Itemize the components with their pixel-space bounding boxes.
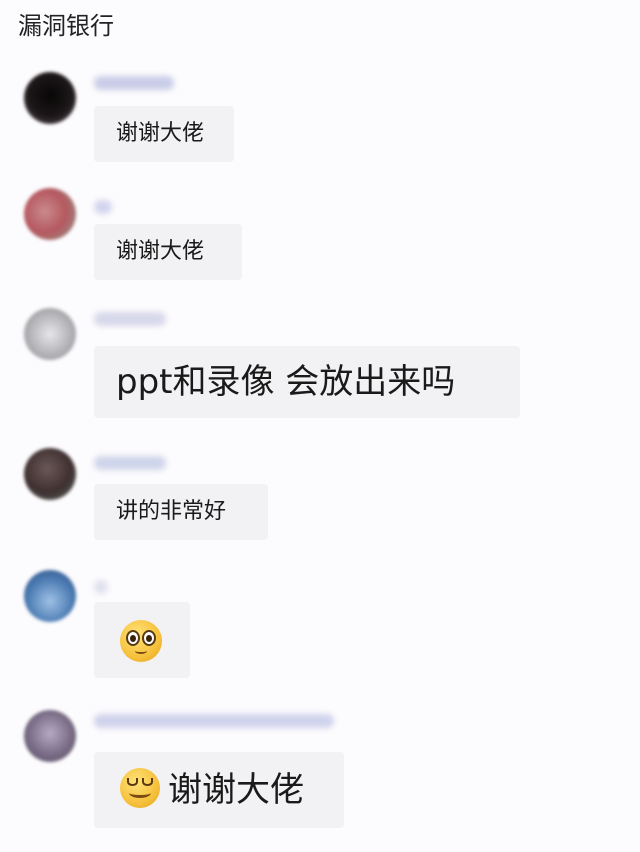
message-text: 谢谢大佬 [116,121,205,146]
chat-title: 漏洞银行 [18,12,114,40]
sender-name-blurred [94,714,334,728]
avatar[interactable] [24,308,76,360]
message-text: 讲的非常好 [116,499,227,524]
avatar[interactable] [24,570,76,622]
avatar[interactable] [24,448,76,500]
message-text: ppt和录像 会放出来吗 [116,362,456,402]
message-text: 谢谢大佬 [116,239,205,264]
message-bubble: 谢谢大佬 [94,224,242,280]
sender-name-blurred [94,200,112,214]
avatar[interactable] [24,72,76,124]
message-bubble: 谢谢大佬 [94,106,234,162]
pleading-face-icon [120,620,162,662]
message-bubble [94,602,190,678]
message-bubble: ppt和录像 会放出来吗 [94,346,520,418]
sender-name-blurred [94,580,108,594]
grinning-face-icon [120,767,160,808]
message-bubble: 讲的非常好 [94,484,268,540]
message-bubble: 谢谢大佬 [94,752,344,828]
avatar[interactable] [24,188,76,240]
sender-name-blurred [94,312,166,326]
avatar[interactable] [24,710,76,762]
sender-name-blurred [94,76,174,90]
message-text: 谢谢大佬 [168,770,304,810]
sender-name-blurred [94,456,166,470]
